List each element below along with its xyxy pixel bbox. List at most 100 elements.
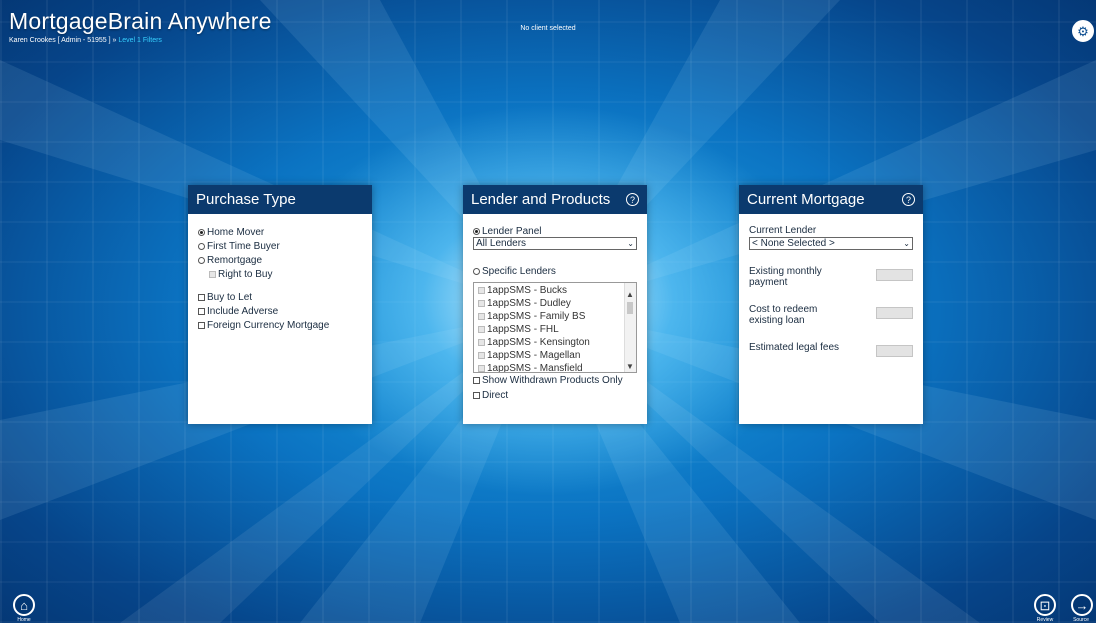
- lender-item[interactable]: 1appSMS - Kensington: [478, 336, 636, 349]
- scroll-down-arrow-icon[interactable]: ▼: [626, 362, 634, 371]
- home-icon: ⌂: [20, 597, 28, 613]
- checkbox-include-adverse[interactable]: Include Adverse: [198, 304, 362, 318]
- lender-label: 1appSMS - Family BS: [487, 311, 586, 322]
- checkbox-icon: [209, 270, 216, 278]
- panel-header: Lender and Products ?: [463, 185, 647, 214]
- purchase-type-panel: Purchase Type Home Mover First Time Buye…: [188, 185, 372, 424]
- lender-item[interactable]: 1appSMS - Mansfield: [478, 362, 636, 372]
- checkbox-direct[interactable]: Direct: [473, 388, 637, 403]
- settings-button[interactable]: ⚙: [1072, 20, 1094, 42]
- estimated-legal-fees-row: Estimated legal fees: [749, 342, 913, 357]
- panel-header: Purchase Type: [188, 185, 372, 214]
- existing-monthly-payment-row: Existing monthly payment: [749, 266, 913, 288]
- help-icon[interactable]: ?: [626, 193, 639, 206]
- current-mortgage-title: Current Mortgage: [747, 191, 865, 208]
- radio-icon: [473, 268, 480, 275]
- specific-lenders-list[interactable]: 1appSMS - Bucks 1appSMS - Dudley 1appSMS…: [473, 282, 637, 373]
- estimated-legal-fees-input[interactable]: [876, 345, 913, 357]
- lender-item[interactable]: 1appSMS - Bucks: [478, 284, 636, 297]
- chevron-down-icon: ⌄: [903, 238, 910, 248]
- current-mortgage-panel: Current Mortgage ? Current Lender < None…: [739, 185, 923, 424]
- field-label: Existing monthly payment: [749, 266, 822, 288]
- lender-label: 1appSMS - Magellan: [487, 350, 581, 361]
- lender-panel-select[interactable]: All Lenders ⌄: [473, 237, 637, 250]
- review-caption: Review: [1036, 617, 1054, 623]
- radio-icon: [198, 256, 205, 264]
- checkbox-label: Buy to Let: [207, 291, 253, 303]
- checkbox-right-to-buy[interactable]: Right to Buy: [198, 267, 362, 281]
- select-value: All Lenders: [476, 238, 527, 249]
- checkbox-icon: [198, 293, 205, 301]
- radio-checked-icon: [198, 228, 205, 236]
- chevron-down-icon: ⌄: [627, 238, 634, 248]
- checkbox-icon: [473, 392, 480, 399]
- lender-label: 1appSMS - FHL: [487, 324, 559, 335]
- current-lender-label: Current Lender: [749, 225, 817, 236]
- radio-label: Lender Panel: [482, 225, 542, 237]
- lender-item[interactable]: 1appSMS - FHL: [478, 323, 636, 336]
- scroll-thumb[interactable]: [627, 302, 633, 314]
- radio-label: Home Mover: [207, 226, 265, 238]
- user-name: Karen Crookes [ Admin - 51955 ] »: [9, 37, 117, 44]
- radio-first-time-buyer[interactable]: First Time Buyer: [198, 239, 362, 253]
- checkbox-label: Show Withdrawn Products Only: [482, 375, 623, 386]
- checkbox-icon: [478, 313, 485, 320]
- radio-label: First Time Buyer: [207, 240, 280, 252]
- list-scrollbar[interactable]: ▲ ▼: [624, 283, 636, 372]
- scroll-up-arrow-icon[interactable]: ▲: [626, 290, 634, 299]
- current-lender-select[interactable]: < None Selected > ⌄: [749, 237, 913, 250]
- checkbox-icon: [478, 365, 485, 372]
- lender-item[interactable]: 1appSMS - Family BS: [478, 310, 636, 323]
- checkbox-icon: [478, 326, 485, 333]
- source-button[interactable]: →: [1071, 594, 1093, 616]
- checkbox-label: Direct: [482, 390, 509, 401]
- checkbox-label: Foreign Currency Mortgage: [207, 319, 330, 331]
- purchase-type-body: Home Mover First Time Buyer Remortgage R…: [188, 214, 372, 332]
- checkbox-icon: [478, 300, 485, 307]
- cost-to-redeem-input[interactable]: [876, 307, 913, 319]
- lender-products-body: Lender Panel All Lenders ⌄ Specific Lend…: [463, 214, 647, 403]
- client-status: No client selected: [520, 25, 576, 32]
- lender-label: 1appSMS - Bucks: [487, 285, 568, 296]
- lender-products-panel: Lender and Products ? Lender Panel All L…: [463, 185, 647, 424]
- checkbox-show-withdrawn[interactable]: Show Withdrawn Products Only: [473, 373, 637, 388]
- checkbox-icon: [198, 307, 205, 315]
- app-title: MortgageBrain Anywhere: [9, 8, 272, 34]
- help-icon[interactable]: ?: [902, 193, 915, 206]
- gear-icon: ⚙: [1077, 23, 1089, 39]
- lender-item[interactable]: 1appSMS - Magellan: [478, 349, 636, 362]
- checkbox-foreign-currency[interactable]: Foreign Currency Mortgage: [198, 318, 362, 332]
- home-caption: Home: [17, 617, 31, 623]
- purchase-type-title: Purchase Type: [196, 191, 296, 208]
- radio-checked-icon: [473, 227, 480, 235]
- review-button[interactable]: ⊡: [1034, 594, 1056, 616]
- existing-monthly-payment-input[interactable]: [876, 269, 913, 281]
- lender-products-title: Lender and Products: [471, 191, 611, 208]
- user-info: Karen Crookes [ Admin - 51955 ] » Level …: [9, 37, 162, 44]
- radio-icon: [198, 242, 205, 250]
- lender-items: 1appSMS - Bucks 1appSMS - Dudley 1appSMS…: [474, 283, 636, 372]
- checkbox-label: Right to Buy: [218, 268, 273, 280]
- checkbox-icon: [473, 377, 480, 384]
- field-label: Estimated legal fees: [749, 342, 840, 353]
- lender-item[interactable]: 1appSMS - Dudley: [478, 297, 636, 310]
- lender-label: 1appSMS - Kensington: [487, 337, 590, 348]
- field-label: Cost to redeem existing loan: [749, 304, 818, 326]
- arrow-right-icon: →: [1075, 597, 1089, 613]
- current-mortgage-body: Current Lender < None Selected > ⌄ Exist…: [739, 214, 923, 357]
- select-value: < None Selected >: [752, 238, 835, 249]
- review-icon: ⊡: [1039, 597, 1051, 613]
- radio-lender-panel[interactable]: Lender Panel: [473, 225, 637, 237]
- lender-label: 1appSMS - Dudley: [487, 298, 571, 309]
- radio-home-mover[interactable]: Home Mover: [198, 225, 362, 239]
- source-caption: Source: [1073, 617, 1089, 623]
- radio-specific-lenders[interactable]: Specific Lenders: [473, 265, 637, 278]
- radio-remortgage[interactable]: Remortgage: [198, 253, 362, 267]
- home-button[interactable]: ⌂: [13, 594, 35, 616]
- checkbox-icon: [198, 321, 205, 329]
- checkbox-icon: [478, 287, 485, 294]
- level-filter-link[interactable]: Level 1 Filters: [118, 37, 162, 44]
- checkbox-icon: [478, 339, 485, 346]
- checkbox-buy-to-let[interactable]: Buy to Let: [198, 290, 362, 304]
- radio-label: Specific Lenders: [482, 266, 556, 277]
